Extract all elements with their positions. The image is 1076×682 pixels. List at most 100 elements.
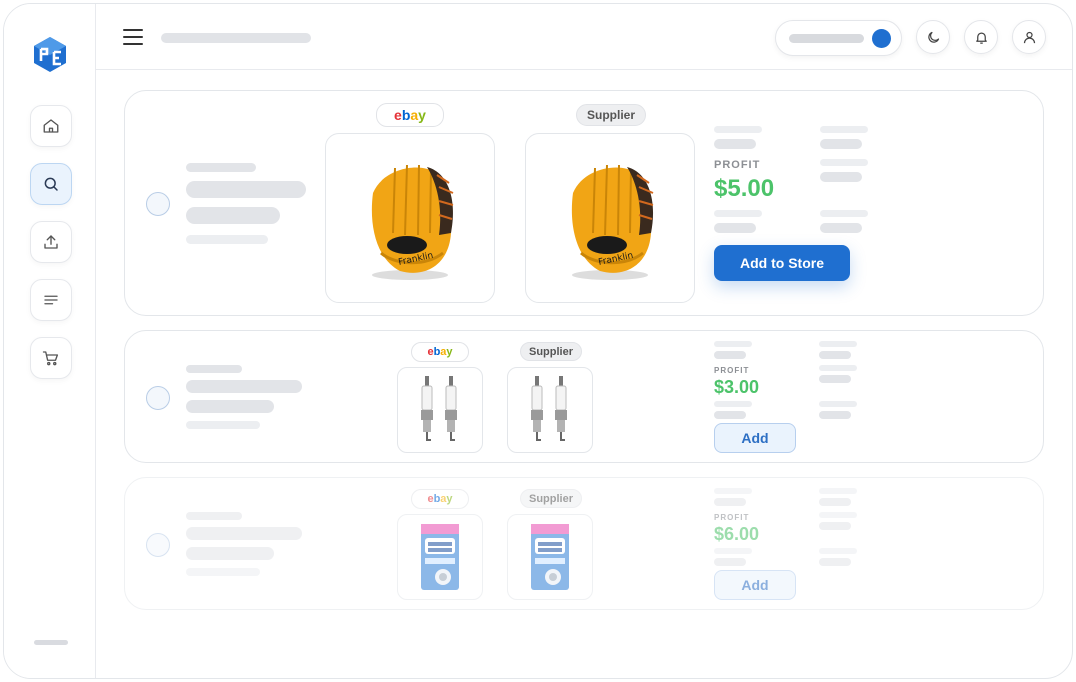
- baseball-glove-image: Franklin: [571, 164, 654, 280]
- text-placeholder: [186, 235, 268, 244]
- text-placeholder: [714, 548, 752, 554]
- add-button[interactable]: Add: [714, 423, 796, 453]
- sidebar-item-upload[interactable]: [30, 221, 72, 263]
- list-icon: [44, 295, 58, 305]
- add-to-store-button[interactable]: Add to Store: [714, 245, 850, 281]
- ebay-product-image[interactable]: [397, 367, 483, 453]
- sidebar-footer-placeholder: [34, 640, 68, 645]
- search-icon: [44, 177, 58, 191]
- title-placeholder: [161, 33, 311, 43]
- text-placeholder: [819, 558, 851, 566]
- sidebar-item-list[interactable]: [30, 279, 72, 321]
- select-radio[interactable]: [146, 386, 170, 410]
- ebay-badge: ebay: [376, 103, 444, 127]
- moon-icon: [927, 31, 939, 43]
- sidebar-item-search[interactable]: [30, 163, 72, 205]
- text-placeholder: [820, 159, 868, 166]
- profit-value: $5.00: [714, 175, 775, 202]
- text-placeholder: [186, 547, 274, 560]
- text-placeholder: [186, 527, 302, 540]
- supplier-product-image[interactable]: Franklin: [525, 133, 695, 303]
- profit-label: PROFIT: [714, 513, 750, 522]
- baseball-glove-image: Franklin: [371, 164, 454, 280]
- text-placeholder: [819, 512, 857, 518]
- text-placeholder: [714, 401, 752, 407]
- select-radio[interactable]: [146, 533, 170, 557]
- cart-icon: [42, 351, 59, 366]
- supplier-badge: Supplier: [520, 342, 582, 361]
- ebay-product-image[interactable]: Franklin: [325, 133, 495, 303]
- text-placeholder: [714, 341, 752, 347]
- product-card: ebay Supplier: [124, 330, 1044, 463]
- profile-button[interactable]: [1012, 20, 1046, 54]
- spark-plugs-image: [421, 376, 457, 441]
- hamburger-icon[interactable]: [123, 29, 143, 47]
- text-placeholder: [819, 365, 857, 371]
- text-placeholder: [714, 139, 756, 149]
- text-placeholder: [714, 498, 746, 506]
- text-placeholder: [820, 172, 862, 182]
- text-placeholder: [714, 126, 762, 133]
- mode-toggle[interactable]: [775, 20, 902, 56]
- bell-icon: [975, 32, 987, 44]
- text-placeholder: [186, 163, 256, 172]
- box-logo-icon[interactable]: [27, 31, 73, 77]
- text-placeholder: [820, 223, 862, 233]
- top-bar: [96, 4, 1072, 70]
- profit-label: PROFIT: [714, 366, 750, 375]
- supplier-product-image[interactable]: [507, 514, 593, 600]
- text-placeholder: [819, 375, 851, 383]
- product-card: ebay Supplier: [124, 477, 1044, 610]
- text-placeholder: [819, 401, 857, 407]
- ebay-badge: ebay: [411, 342, 469, 362]
- sidebar-item-home[interactable]: [30, 105, 72, 147]
- ebay-badge: ebay: [411, 489, 469, 509]
- profit-value: $3.00: [714, 377, 760, 397]
- text-placeholder: [186, 568, 260, 576]
- notifications-button[interactable]: [964, 20, 998, 54]
- text-placeholder: [186, 365, 242, 373]
- text-placeholder: [819, 411, 851, 419]
- toggle-knob: [872, 29, 891, 48]
- app-window: ebay Supplier Franklin Franklin PROFIT $…: [3, 3, 1073, 679]
- supplier-product-image[interactable]: [507, 367, 593, 453]
- text-placeholder: [819, 548, 857, 554]
- text-placeholder: [714, 411, 746, 419]
- text-placeholder: [186, 207, 280, 224]
- home-icon: [43, 119, 59, 133]
- text-placeholder: [186, 421, 260, 429]
- add-button[interactable]: Add: [714, 570, 796, 600]
- profit-label: PROFIT: [714, 159, 761, 171]
- text-placeholder: [186, 512, 242, 520]
- text-placeholder: [819, 341, 857, 347]
- sidebar-item-cart[interactable]: [30, 337, 72, 379]
- theme-button[interactable]: [916, 20, 950, 54]
- text-placeholder: [714, 210, 762, 217]
- text-placeholder: [186, 400, 274, 413]
- text-placeholder: [820, 139, 862, 149]
- product-card: ebay Supplier Franklin Franklin PROFIT $…: [124, 90, 1044, 316]
- user-icon: [1023, 31, 1035, 43]
- supplier-badge: Supplier: [576, 104, 646, 126]
- oxiclean-box-image: [421, 524, 459, 590]
- select-radio[interactable]: [146, 192, 170, 216]
- toggle-track-placeholder: [789, 34, 864, 43]
- text-placeholder: [714, 351, 746, 359]
- profit-value: $6.00: [714, 524, 760, 544]
- spark-plugs-image: [531, 376, 567, 441]
- text-placeholder: [186, 181, 306, 198]
- text-placeholder: [820, 126, 868, 133]
- text-placeholder: [186, 380, 302, 393]
- text-placeholder: [820, 210, 868, 217]
- text-placeholder: [819, 522, 851, 530]
- oxiclean-box-image: [531, 524, 569, 590]
- text-placeholder: [819, 351, 851, 359]
- text-placeholder: [819, 498, 851, 506]
- supplier-badge: Supplier: [520, 489, 582, 508]
- sidebar: [4, 4, 96, 678]
- text-placeholder: [714, 223, 756, 233]
- ebay-product-image[interactable]: [397, 514, 483, 600]
- upload-icon: [44, 235, 58, 249]
- text-placeholder: [819, 488, 857, 494]
- text-placeholder: [714, 488, 752, 494]
